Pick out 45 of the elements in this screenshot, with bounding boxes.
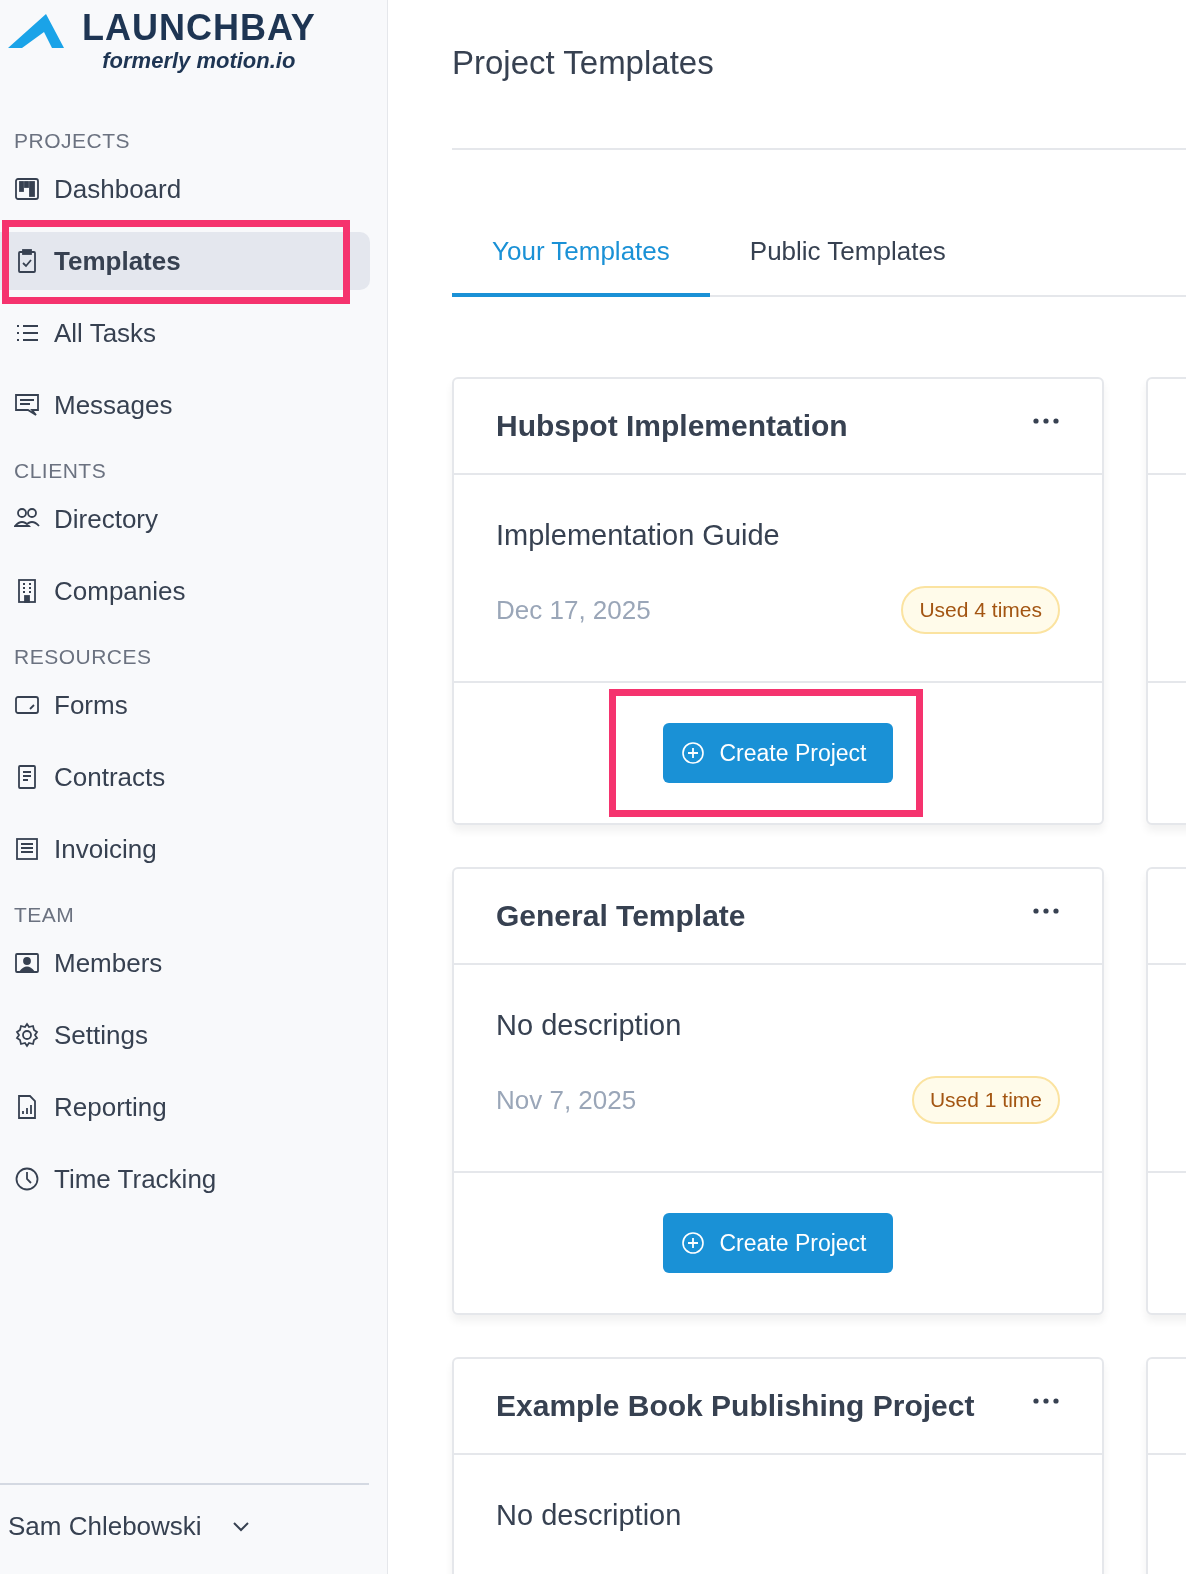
nav-item[interactable]: Directory [14, 490, 370, 548]
card-date: Dec 17, 2025 [496, 594, 651, 626]
nav-item[interactable]: Messages [14, 376, 370, 434]
brand-tagline: formerly motion.io [102, 48, 296, 74]
nav-item[interactable]: Settings [14, 1006, 370, 1064]
more-icon[interactable] [1032, 417, 1060, 425]
section-label: CLIENTS [13, 458, 108, 484]
card-title: Hubspot Implementation [496, 409, 848, 443]
card-title: Example Book Publishing Project [496, 1389, 975, 1423]
section-label: RESOURCES [13, 644, 153, 670]
more-icon[interactable] [1032, 1397, 1060, 1405]
clock-icon [14, 1166, 40, 1192]
nav-item[interactable]: All Tasks [14, 304, 370, 362]
message-icon [14, 392, 40, 418]
card-description: No description [496, 1499, 683, 1532]
nav-item[interactable]: Contracts [14, 748, 370, 806]
nav-item[interactable]: Dashboard [14, 160, 370, 218]
board-icon [14, 176, 40, 202]
nav-item[interactable]: Invoicing [14, 820, 370, 878]
logo-icon [8, 14, 64, 48]
more-icon[interactable] [1032, 907, 1060, 915]
section-label: PROJECTS [13, 128, 131, 154]
nav-item[interactable]: Companies [14, 562, 370, 620]
brand-name: LAUNCHBAY [82, 8, 316, 48]
plus-circle-icon [681, 741, 706, 765]
nav-item[interactable]: Templates [0, 232, 370, 290]
card-date: Nov 7, 2025 [496, 1084, 637, 1116]
tab[interactable]: Public Templates [709, 222, 986, 297]
nav-item[interactable]: Reporting [14, 1078, 370, 1136]
invoice-icon [14, 836, 40, 862]
card-title: General Template [496, 899, 746, 933]
page-title: Project Templates [452, 44, 715, 82]
nav-item[interactable]: Forms [14, 676, 370, 734]
card-description: No description [496, 1009, 683, 1042]
nav-item[interactable]: Time Tracking [14, 1150, 370, 1208]
card-description: Implementation Guide [496, 519, 781, 552]
chevron-down-icon [231, 1520, 250, 1533]
nav-item[interactable]: Members [14, 934, 370, 992]
plus-circle-icon [681, 1231, 706, 1255]
usage-badge: Used 4 times [901, 586, 1060, 634]
settings-icon [14, 1022, 40, 1048]
id-card-icon [14, 950, 40, 976]
usage-badge: Used 1 time [911, 1076, 1060, 1124]
section-label: TEAM [13, 902, 76, 928]
user-menu[interactable]: Sam Chlebowski [8, 1511, 250, 1542]
